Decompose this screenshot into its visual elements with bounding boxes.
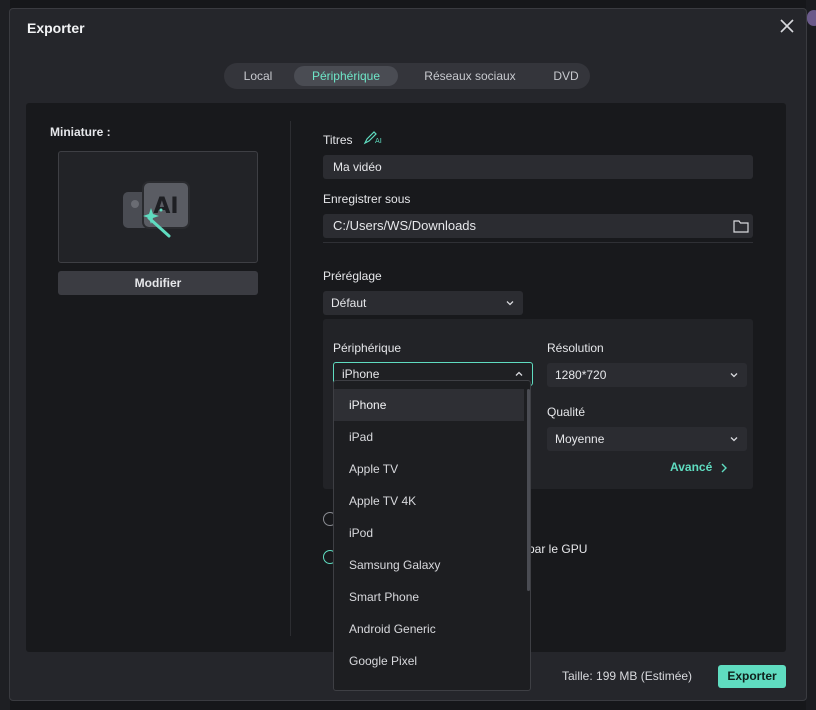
- panel-divider: [290, 121, 291, 636]
- chevron-right-icon: [721, 463, 727, 473]
- device-value: iPhone: [342, 367, 380, 381]
- dropdown-item[interactable]: iPhone: [334, 389, 524, 421]
- section-separator: [323, 242, 753, 243]
- dropdown-item[interactable]: iPad: [334, 421, 524, 453]
- quality-value: Moyenne: [555, 432, 605, 446]
- chevron-down-icon: [730, 373, 738, 378]
- preset-value: Défaut: [331, 296, 367, 310]
- backdrop-right-strip: [806, 0, 816, 710]
- thumbnail-label: Miniature :: [50, 125, 111, 139]
- close-icon[interactable]: [779, 18, 795, 34]
- export-button[interactable]: Exporter: [718, 665, 786, 688]
- ai-edit-icon[interactable]: AI: [363, 131, 385, 145]
- size-estimate: Taille: 199 MB (Estimée): [562, 669, 693, 683]
- tab-social[interactable]: Réseaux sociaux: [408, 66, 532, 86]
- thumbnail-preview: AI: [58, 151, 258, 263]
- resolution-select[interactable]: 1280*720: [547, 363, 747, 387]
- resolution-value: 1280*720: [555, 368, 607, 382]
- quality-select[interactable]: Moyenne: [547, 427, 747, 451]
- title-input[interactable]: Ma vidéo: [323, 155, 753, 179]
- quality-label: Qualité: [547, 405, 586, 419]
- preset-select[interactable]: Défaut: [323, 291, 523, 315]
- dropdown-item[interactable]: iPod: [334, 517, 524, 549]
- advanced-label: Avancé: [670, 460, 713, 474]
- svg-text:AI: AI: [375, 137, 382, 145]
- device-label: Périphérique: [333, 341, 402, 355]
- backdrop-badge: [807, 10, 816, 26]
- preset-label: Préréglage: [323, 269, 382, 283]
- titles-label: Titres: [323, 133, 353, 147]
- modify-thumbnail-button[interactable]: Modifier: [58, 271, 258, 295]
- tab-device[interactable]: Périphérique: [294, 66, 398, 86]
- ai-image-icon: AI: [123, 181, 190, 238]
- chevron-up-icon: [515, 371, 523, 376]
- tab-bar: Local Périphérique Réseaux sociaux DVD: [224, 63, 590, 89]
- dialog-title: Exporter: [27, 20, 85, 36]
- chevron-down-icon: [506, 301, 514, 306]
- tab-local[interactable]: Local: [232, 66, 284, 86]
- save-as-label: Enregistrer sous: [323, 192, 411, 206]
- tab-dvd[interactable]: DVD: [540, 66, 592, 86]
- advanced-link[interactable]: Avancé: [670, 460, 728, 474]
- dropdown-item[interactable]: Apple TV: [334, 453, 524, 485]
- chevron-down-icon: [730, 437, 738, 442]
- folder-icon[interactable]: [733, 219, 749, 233]
- dropdown-item[interactable]: Smart Phone: [334, 581, 524, 613]
- device-dropdown: iPhone iPad Apple TV Apple TV 4K iPod Sa…: [333, 380, 531, 691]
- dropdown-item[interactable]: Samsung Galaxy: [334, 549, 524, 581]
- resolution-label: Résolution: [547, 341, 604, 355]
- save-path-input[interactable]: C:/Users/WS/Downloads: [323, 214, 753, 238]
- svg-text:AI: AI: [153, 194, 178, 219]
- dropdown-item[interactable]: Android Generic: [334, 613, 524, 645]
- dropdown-item[interactable]: Google Pixel: [334, 645, 524, 677]
- dropdown-item[interactable]: Apple TV 4K: [334, 485, 524, 517]
- dropdown-scrollbar[interactable]: [527, 389, 530, 591]
